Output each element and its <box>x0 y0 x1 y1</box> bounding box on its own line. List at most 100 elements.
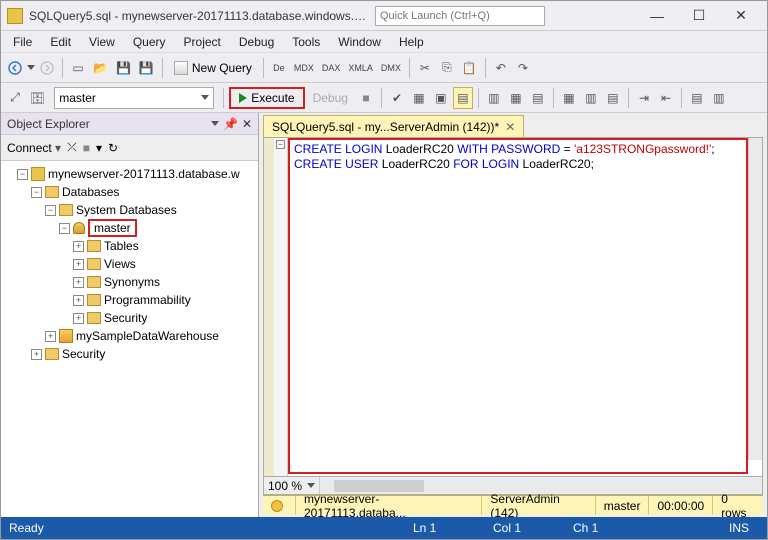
tree-programmability-node[interactable]: +Programmability <box>3 291 256 309</box>
save-all-button[interactable]: 💾 <box>136 57 157 79</box>
change-connection-button[interactable]: ⤢ <box>5 87 25 109</box>
scrollbar-thumb[interactable] <box>334 480 424 492</box>
tree-security-node[interactable]: +Security <box>3 309 256 327</box>
intellisense-button[interactable]: ▤ <box>453 87 473 109</box>
code-text[interactable]: CREATE LOGIN LoaderRC20 WITH PASSWORD = … <box>288 138 748 474</box>
tab-close-icon[interactable]: ✕ <box>505 120 515 134</box>
menu-file[interactable]: File <box>5 33 40 51</box>
filter-icon[interactable]: ▾ <box>96 141 102 155</box>
close-button[interactable]: ✕ <box>727 6 755 26</box>
expand-icon[interactable]: + <box>31 349 42 360</box>
disconnect-icon[interactable]: ⤫ <box>67 140 77 155</box>
collapse-icon[interactable]: − <box>31 187 42 198</box>
script-button-1[interactable]: De <box>269 57 289 79</box>
separator <box>628 88 629 108</box>
specify-values-button[interactable]: ▤ <box>687 87 707 109</box>
menu-help[interactable]: Help <box>391 33 432 51</box>
tree-master-node[interactable]: −master <box>3 219 256 237</box>
tree-server-node[interactable]: −mynewserver-20171113.database.w <box>3 165 256 183</box>
collapse-icon[interactable]: − <box>59 223 70 234</box>
save-button[interactable]: 💾 <box>113 57 134 79</box>
maximize-button[interactable]: ☐ <box>685 6 713 26</box>
expand-icon[interactable]: + <box>73 313 84 324</box>
execute-label: Execute <box>251 91 294 105</box>
editor-area: SQLQuery5.sql - my...ServerAdmin (142))*… <box>259 113 767 517</box>
cancel-query-button[interactable]: ■ <box>356 87 376 109</box>
tree-tables-node[interactable]: +Tables <box>3 237 256 255</box>
back-button[interactable] <box>5 57 25 79</box>
expand-icon[interactable]: + <box>73 277 84 288</box>
copy-button[interactable]: ⎘ <box>437 57 457 79</box>
forward-button[interactable] <box>37 57 57 79</box>
panel-dropdown-icon[interactable] <box>211 121 219 126</box>
stop-icon[interactable]: ■ <box>83 141 90 155</box>
status-database: master <box>596 496 650 515</box>
indent-button[interactable]: ⇥ <box>634 87 654 109</box>
sql-editor[interactable]: − CREATE LOGIN LoaderRC20 WITH PASSWORD … <box>263 137 763 477</box>
menu-debug[interactable]: Debug <box>231 33 282 51</box>
query-status-strip: mynewserver-20171113.databa... ServerAdm… <box>263 495 763 515</box>
new-query-button[interactable]: New Query <box>168 61 258 75</box>
expand-icon[interactable]: + <box>73 295 84 306</box>
results-to-file-button[interactable]: ▥ <box>581 87 601 109</box>
cut-button[interactable]: ✂ <box>415 57 435 79</box>
menu-project[interactable]: Project <box>176 33 229 51</box>
tree-warehouse-node[interactable]: +mySampleDataWarehouse <box>3 327 256 345</box>
debug-button[interactable]: Debug <box>307 91 354 105</box>
new-query-icon <box>174 61 188 75</box>
execute-button[interactable]: Execute <box>229 87 304 109</box>
status-char: Ch 1 <box>573 521 663 535</box>
collapse-icon[interactable]: − <box>45 205 56 216</box>
tree-databases-node[interactable]: −Databases <box>3 183 256 201</box>
include-stats-button[interactable]: ▦ <box>506 87 526 109</box>
panel-close-icon[interactable]: ✕ <box>242 117 252 131</box>
collapse-icon[interactable]: − <box>17 169 28 180</box>
pin-icon[interactable]: 📌 <box>223 117 238 131</box>
menu-window[interactable]: Window <box>330 33 389 51</box>
redo-button[interactable]: ↷ <box>513 57 533 79</box>
open-button[interactable]: 📂 <box>90 57 111 79</box>
script-button-2[interactable]: MDX <box>291 57 317 79</box>
results-to-grid-button[interactable]: ▦ <box>559 87 579 109</box>
status-ready: Ready <box>9 521 413 535</box>
horizontal-scrollbar[interactable] <box>320 479 762 493</box>
folder-icon <box>87 258 101 270</box>
undo-button[interactable]: ↶ <box>491 57 511 79</box>
minimize-button[interactable]: — <box>643 6 671 26</box>
server-icon <box>31 167 45 181</box>
parse-button[interactable]: ✔ <box>387 87 407 109</box>
tree-system-databases-node[interactable]: −System Databases <box>3 201 256 219</box>
connect-button[interactable]: Connect ▾ <box>7 141 61 155</box>
expand-icon[interactable]: + <box>73 241 84 252</box>
estimated-plan-button[interactable]: ▦ <box>409 87 429 109</box>
outline-collapse-icon[interactable]: − <box>276 140 285 149</box>
object-explorer-tree[interactable]: −mynewserver-20171113.database.w −Databa… <box>1 161 258 517</box>
script-button-3[interactable]: DAX <box>319 57 344 79</box>
include-plan-button[interactable]: ▥ <box>484 87 504 109</box>
tree-views-node[interactable]: +Views <box>3 255 256 273</box>
menu-query[interactable]: Query <box>125 33 174 51</box>
document-tab[interactable]: SQLQuery5.sql - my...ServerAdmin (142))*… <box>263 115 524 137</box>
database-combo[interactable]: master <box>54 87 214 109</box>
new-item-button[interactable]: ▭ <box>68 57 88 79</box>
menu-view[interactable]: View <box>81 33 123 51</box>
more-button[interactable]: ▥ <box>709 87 729 109</box>
tree-root-security-node[interactable]: +Security <box>3 345 256 363</box>
results-to-text-button[interactable]: ▤ <box>528 87 548 109</box>
paste-button[interactable]: 📋 <box>459 57 480 79</box>
script-button-5[interactable]: DMX <box>378 57 404 79</box>
refresh-icon[interactable]: ↻ <box>108 141 118 155</box>
menu-tools[interactable]: Tools <box>284 33 328 51</box>
vertical-scrollbar[interactable] <box>748 138 762 460</box>
expand-icon[interactable]: + <box>45 331 56 342</box>
script-button-4[interactable]: XMLA <box>345 57 376 79</box>
comment-button[interactable]: ▤ <box>603 87 623 109</box>
folder-icon <box>87 312 101 324</box>
expand-icon[interactable]: + <box>73 259 84 270</box>
query-options-button[interactable]: ▣ <box>431 87 451 109</box>
outdent-button[interactable]: ⇤ <box>656 87 676 109</box>
menu-edit[interactable]: Edit <box>42 33 79 51</box>
quick-launch-input[interactable] <box>375 6 545 26</box>
tree-synonyms-node[interactable]: +Synonyms <box>3 273 256 291</box>
back-dropdown-icon[interactable] <box>27 65 35 70</box>
